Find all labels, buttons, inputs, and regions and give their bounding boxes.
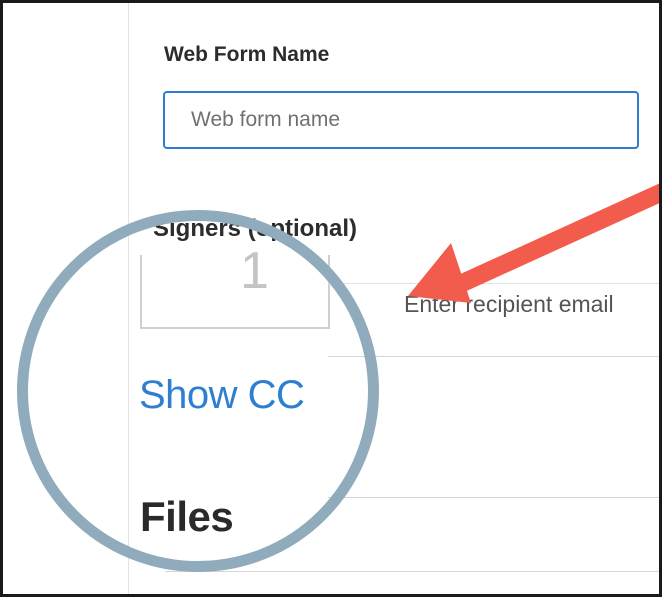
left-rail bbox=[3, 3, 129, 594]
screenshot-frame: Web Form Name Signers (optional) 1 Show … bbox=[0, 0, 662, 597]
recipient-row-divider bbox=[328, 356, 659, 357]
recipient-order-number: 1 bbox=[240, 242, 269, 300]
cc-row-divider bbox=[328, 497, 659, 498]
files-heading: Files bbox=[140, 493, 234, 540]
recipient-order-box[interactable]: 1 bbox=[140, 242, 330, 329]
files-row-divider bbox=[165, 571, 659, 572]
show-cc-link[interactable]: Show CC bbox=[139, 373, 305, 418]
web-form-name-label: Web Form Name bbox=[164, 43, 330, 66]
recipient-row: 1 bbox=[140, 242, 659, 329]
recipient-email-input[interactable] bbox=[380, 281, 659, 327]
email-field-top-border bbox=[328, 283, 659, 284]
signers-label: Signers (optional) bbox=[153, 215, 357, 242]
web-form-name-input[interactable] bbox=[163, 91, 639, 149]
